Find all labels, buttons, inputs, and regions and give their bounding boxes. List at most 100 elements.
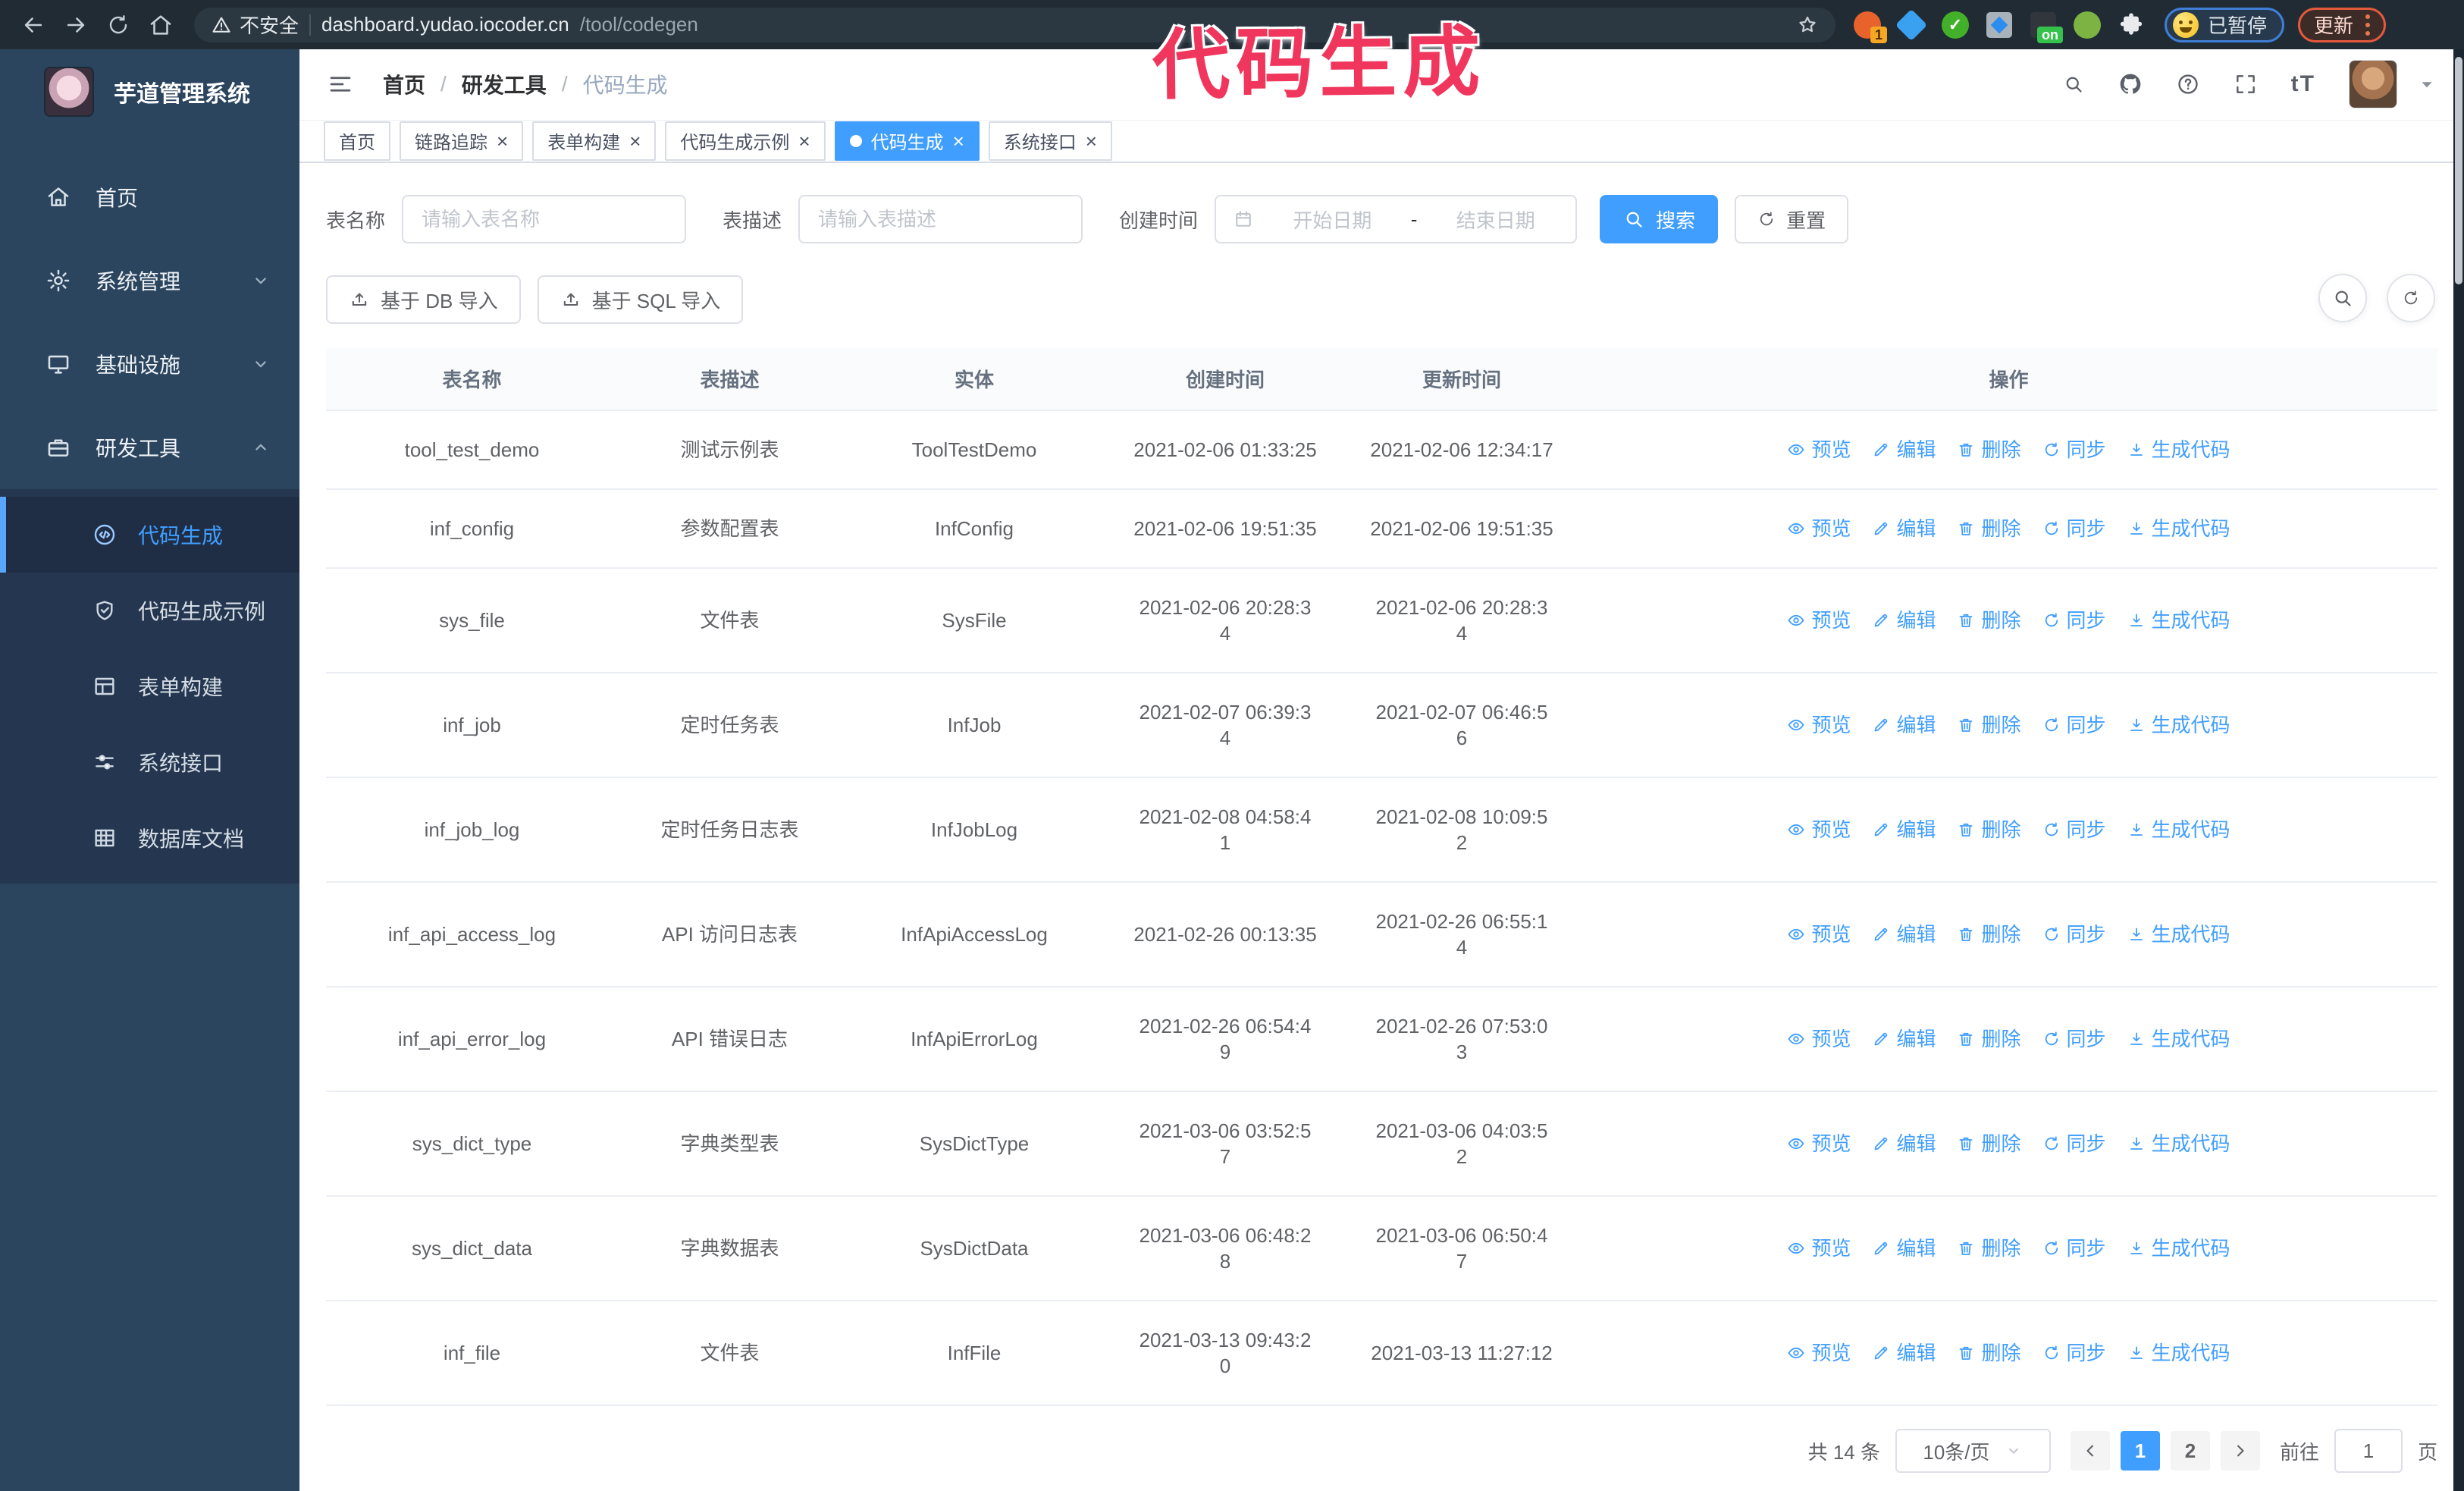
row-action-eye[interactable]: 预览 [1787, 1340, 1851, 1366]
paused-profile-badge[interactable]: 已暂停 [2165, 7, 2285, 42]
tag-view-tab[interactable]: 首页 [324, 121, 390, 161]
row-action-trash[interactable]: 删除 [1957, 921, 2021, 947]
sidebar-item[interactable]: 首页 [0, 155, 299, 239]
sidebar-subitem[interactable]: 代码生成 [0, 497, 299, 573]
row-action-edit[interactable]: 编辑 [1872, 1235, 1936, 1261]
tab-close-icon[interactable]: × [953, 131, 964, 151]
row-action-sync[interactable]: 同步 [2042, 1131, 2106, 1157]
row-action-edit[interactable]: 编辑 [1872, 1131, 1936, 1157]
row-action-download[interactable]: 生成代码 [2127, 817, 2230, 843]
tag-view-tab[interactable]: 代码生成 × [834, 121, 980, 161]
row-action-edit[interactable]: 编辑 [1872, 1340, 1936, 1366]
date-range-picker[interactable]: 开始日期 - 结束日期 [1215, 195, 1578, 243]
row-action-edit[interactable]: 编辑 [1872, 712, 1936, 738]
row-action-edit[interactable]: 编辑 [1872, 607, 1936, 633]
tab-close-icon[interactable]: × [497, 131, 508, 151]
page-number-button[interactable]: 1 [2120, 1431, 2160, 1471]
row-action-download[interactable]: 生成代码 [2127, 1340, 2230, 1366]
row-action-edit[interactable]: 编辑 [1872, 516, 1936, 541]
sidebar-item[interactable]: 系统管理 [0, 239, 299, 322]
row-action-trash[interactable]: 删除 [1957, 1026, 2021, 1052]
breadcrumb-item[interactable]: 首页 [383, 69, 425, 99]
row-action-eye[interactable]: 预览 [1787, 817, 1851, 843]
row-action-eye[interactable]: 预览 [1787, 1235, 1851, 1261]
page-scrollbar[interactable] [2453, 49, 2464, 1491]
row-action-eye[interactable]: 预览 [1787, 712, 1851, 738]
row-action-sync[interactable]: 同步 [2042, 1340, 2106, 1366]
reset-button[interactable]: 重置 [1735, 195, 1849, 243]
browser-menu-icon[interactable] [2365, 14, 2371, 36]
tab-close-icon[interactable]: × [1086, 131, 1097, 151]
sidebar-subitem[interactable]: 代码生成示例 [0, 573, 299, 648]
row-action-eye[interactable]: 预览 [1787, 1026, 1851, 1052]
sidebar-subitem[interactable]: 数据库文档 [0, 800, 299, 876]
row-action-sync[interactable]: 同步 [2042, 712, 2106, 738]
tab-close-icon[interactable]: × [798, 131, 810, 151]
row-action-edit[interactable]: 编辑 [1872, 1026, 1936, 1052]
db-import-button[interactable]: 基于 DB 导入 [326, 275, 521, 324]
extension-gem-icon[interactable] [1895, 8, 1928, 41]
row-action-eye[interactable]: 预览 [1787, 437, 1851, 463]
row-action-sync[interactable]: 同步 [2042, 1026, 2106, 1052]
row-action-trash[interactable]: 删除 [1957, 607, 2021, 633]
row-action-eye[interactable]: 预览 [1787, 1131, 1851, 1157]
row-action-trash[interactable]: 删除 [1957, 516, 2021, 541]
row-action-download[interactable]: 生成代码 [2127, 607, 2230, 633]
row-action-sync[interactable]: 同步 [2042, 437, 2106, 463]
toggle-search-button[interactable] [2318, 274, 2367, 322]
avatar-caret-down-icon[interactable] [2417, 74, 2437, 94]
hamburger-icon[interactable] [327, 71, 354, 98]
extension-robot-icon[interactable] [2072, 10, 2102, 40]
sidebar-item[interactable]: 基础设施 [0, 322, 299, 406]
sidebar-item[interactable]: 研发工具 [0, 406, 299, 489]
table-name-input[interactable] [402, 195, 687, 243]
search-icon[interactable] [2062, 73, 2085, 96]
extension-grid-icon[interactable] [1984, 10, 2014, 40]
font-size-icon[interactable]: tT [2291, 71, 2315, 97]
refresh-table-button[interactable] [2387, 274, 2435, 322]
search-button[interactable]: 搜索 [1600, 195, 1719, 243]
row-action-trash[interactable]: 删除 [1957, 1340, 2021, 1366]
user-avatar[interactable] [2349, 60, 2397, 109]
tag-view-tab[interactable]: 系统接口 × [988, 121, 1112, 161]
tag-view-tab[interactable]: 表单构建 × [532, 121, 657, 161]
sidebar-subitem[interactable]: 系统接口 [0, 724, 299, 800]
browser-back-button[interactable] [12, 4, 55, 46]
extension-icon-1[interactable]: 1 [1852, 10, 1887, 43]
row-action-edit[interactable]: 编辑 [1872, 437, 1936, 463]
row-action-download[interactable]: 生成代码 [2127, 437, 2230, 463]
table-desc-input[interactable] [798, 195, 1083, 243]
page-number-button[interactable]: 2 [2170, 1431, 2210, 1471]
address-bar[interactable]: 不安全 dashboard.yudao.iocoder.cn /tool/cod… [194, 7, 1835, 42]
fullscreen-icon[interactable] [2234, 72, 2258, 96]
row-action-edit[interactable]: 编辑 [1872, 817, 1936, 843]
row-action-eye[interactable]: 预览 [1787, 607, 1851, 633]
row-action-download[interactable]: 生成代码 [2127, 516, 2230, 541]
sidebar-subitem[interactable]: 表单构建 [0, 648, 299, 724]
help-icon[interactable] [2176, 72, 2200, 96]
browser-forward-button[interactable] [55, 4, 97, 46]
row-action-sync[interactable]: 同步 [2042, 516, 2106, 541]
extension-check-icon[interactable]: ✓ [1940, 10, 1970, 40]
row-action-sync[interactable]: 同步 [2042, 1235, 2106, 1261]
row-action-trash[interactable]: 删除 [1957, 437, 2021, 463]
row-action-trash[interactable]: 删除 [1957, 1235, 2021, 1261]
page-size-select[interactable]: 10条/页 [1895, 1429, 2051, 1473]
row-action-trash[interactable]: 删除 [1957, 817, 2021, 843]
bookmark-star-icon[interactable] [1796, 14, 1819, 36]
extension-on-icon[interactable]: on [2028, 10, 2063, 43]
breadcrumb-item[interactable]: 研发工具 [462, 69, 547, 99]
row-action-sync[interactable]: 同步 [2042, 921, 2106, 947]
row-action-trash[interactable]: 删除 [1957, 1131, 2021, 1157]
security-warning[interactable]: 不安全 [211, 11, 299, 39]
browser-reload-button[interactable] [97, 4, 140, 46]
tag-view-tab[interactable]: 链路追踪 × [400, 121, 524, 161]
row-action-edit[interactable]: 编辑 [1872, 921, 1936, 947]
row-action-download[interactable]: 生成代码 [2127, 921, 2230, 947]
browser-home-button[interactable] [140, 4, 182, 46]
goto-page-input[interactable] [2334, 1429, 2403, 1473]
row-action-download[interactable]: 生成代码 [2127, 1131, 2230, 1157]
next-page-button[interactable] [2220, 1431, 2260, 1471]
row-action-sync[interactable]: 同步 [2042, 607, 2106, 633]
row-action-sync[interactable]: 同步 [2042, 817, 2106, 843]
